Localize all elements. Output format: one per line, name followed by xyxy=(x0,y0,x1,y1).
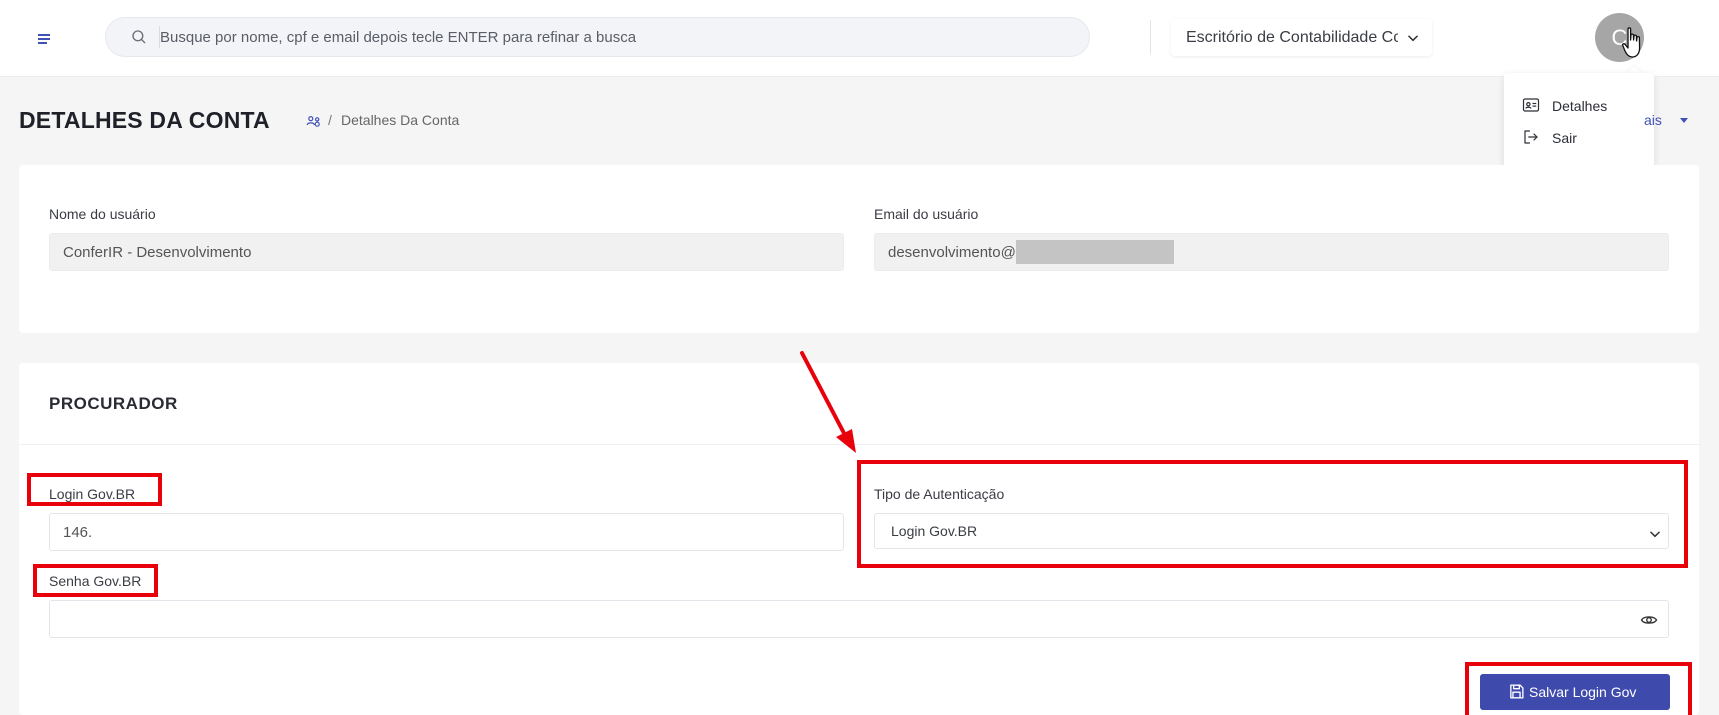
hamburger-menu-icon[interactable] xyxy=(38,34,54,48)
username-label: Nome do usuário xyxy=(49,206,156,222)
highlight-senha-label xyxy=(33,564,158,597)
breadcrumb-separator: / xyxy=(328,112,332,128)
email-value: desenvolvimento@ xyxy=(888,244,1016,261)
caret-down-icon xyxy=(1680,118,1688,123)
senha-govbr-input[interactable] xyxy=(49,600,1669,638)
section-title: PROCURADOR xyxy=(49,394,178,413)
search-icon xyxy=(132,30,146,44)
username-value: ConferIR - Desenvolvimento xyxy=(63,244,252,261)
id-card-icon xyxy=(1522,98,1540,112)
annotation-arrow-icon xyxy=(800,351,856,453)
redacted-block xyxy=(1015,239,1174,264)
email-field: desenvolvimento@ xyxy=(874,233,1669,271)
highlight-auth-type xyxy=(857,460,1688,568)
breadcrumb-current: Detalhes Da Conta xyxy=(341,112,460,128)
menu-item-detalhes[interactable]: Detalhes xyxy=(1522,95,1642,117)
highlight-login-label xyxy=(27,473,162,506)
eye-icon[interactable] xyxy=(1640,611,1658,629)
username-field: ConferIR - Desenvolvimento xyxy=(49,233,844,271)
user-dropdown-menu: Detalhes Sair xyxy=(1504,73,1654,169)
menu-item-label: Detalhes xyxy=(1552,98,1608,114)
search-bar[interactable] xyxy=(105,17,1090,57)
company-selector[interactable]: Escritório de Contabilidade Cc xyxy=(1171,19,1432,56)
more-actions-link[interactable]: ais xyxy=(1644,112,1662,128)
company-selector-label: Escritório de Contabilidade Cc xyxy=(1186,29,1398,46)
top-bar: Escritório de Contabilidade Cc C xyxy=(0,0,1719,77)
login-govbr-input[interactable]: 146. xyxy=(49,513,844,551)
menu-item-label: Sair xyxy=(1552,130,1577,146)
highlight-save-button xyxy=(1465,662,1692,715)
page-title: DETALHES DA CONTA xyxy=(19,107,270,133)
hand-cursor-icon xyxy=(1622,27,1641,58)
account-card: Nome do usuário ConferIR - Desenvolvimen… xyxy=(19,165,1699,333)
login-govbr-value: 146. xyxy=(63,524,93,541)
menu-item-sair[interactable]: Sair xyxy=(1522,127,1642,149)
chevron-down-icon xyxy=(1408,35,1418,42)
users-icon[interactable] xyxy=(306,114,322,128)
email-label: Email do usuário xyxy=(874,206,979,222)
logout-icon xyxy=(1524,130,1538,144)
header-divider xyxy=(1150,20,1151,54)
search-input[interactable] xyxy=(160,18,1060,56)
